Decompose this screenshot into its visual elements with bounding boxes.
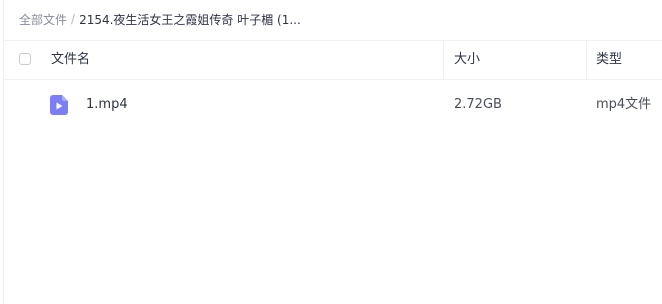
breadcrumb-root-link[interactable]: 全部文件 — [19, 11, 67, 28]
column-divider[interactable] — [443, 41, 444, 79]
breadcrumb-current-folder: 2154.夜生活女王之霞姐传奇 叶子楣 (1... — [79, 12, 301, 27]
select-all-checkbox[interactable] — [19, 53, 31, 65]
breadcrumb-separator: / — [71, 12, 76, 26]
column-divider[interactable] — [586, 41, 587, 79]
video-file-icon — [50, 95, 68, 115]
column-header-size[interactable]: 大小 — [454, 41, 480, 79]
file-name[interactable]: 1.mp4 — [86, 84, 128, 126]
file-type: mp4文件 — [596, 97, 652, 112]
file-browser: 全部文件 / 2154.夜生活女王之霞姐传奇 叶子楣 (1... 文件名 大小 … — [0, 0, 662, 304]
breadcrumb: 全部文件 / 2154.夜生活女王之霞姐传奇 叶子楣 (1... — [19, 10, 301, 28]
column-header-name[interactable]: 文件名 — [51, 41, 90, 79]
file-size: 2.72GB — [454, 97, 502, 112]
table-header: 文件名 大小 类型 — [4, 40, 662, 80]
table-row[interactable]: 1.mp4 2.72GB mp4文件 — [4, 84, 662, 126]
column-header-type[interactable]: 类型 — [596, 41, 622, 79]
